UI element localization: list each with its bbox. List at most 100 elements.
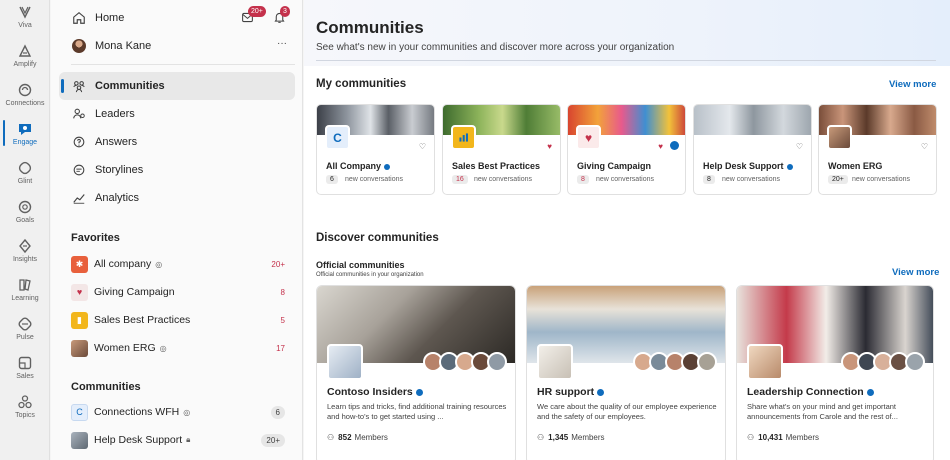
nav-item-label: Communities <box>95 80 165 92</box>
rail-item-sales[interactable]: Sales <box>0 355 50 391</box>
main-content: Communities See what's new in your commu… <box>304 0 950 460</box>
community-logo <box>537 344 573 380</box>
official-card-leadership-connection[interactable]: Leadership Connection Share what's on yo… <box>736 285 934 460</box>
amplify-icon <box>18 44 32 57</box>
favorite-count: 17 <box>276 343 285 353</box>
rail-item-learning[interactable]: Learning <box>0 277 50 313</box>
rail-label: Pulse <box>16 334 34 341</box>
my-communities-view-more[interactable]: View more <box>889 79 936 90</box>
user-profile[interactable]: Mona Kane <box>59 32 295 60</box>
home-icon <box>71 10 87 26</box>
official-communities-heading: Official communities <box>316 260 405 270</box>
sales-best-practices-logo: ▮ <box>71 311 88 329</box>
viva-icon <box>19 6 31 19</box>
heart-filled-icon[interactable]: ♥ <box>547 142 552 151</box>
messages-button[interactable]: 20+ <box>241 6 266 29</box>
community-description: We care about the quality of our employe… <box>537 402 717 421</box>
community-label: Connections WFH <box>94 406 180 418</box>
official-view-more[interactable]: View more <box>892 267 939 278</box>
nav-item-answers[interactable]: Answers <box>59 128 295 156</box>
lock-icon: 🔒︎ <box>186 435 191 444</box>
community-card-giving-campaign[interactable]: ♥ ♥ Giving Campaign 8 new conversations <box>567 104 686 195</box>
engage-icon <box>19 124 31 135</box>
rail-item-pulse[interactable]: Pulse <box>0 316 50 352</box>
header-divider <box>316 60 936 61</box>
community-help-desk-support[interactable]: Help Desk Support 🔒︎ 20+ <box>59 427 295 453</box>
avatar <box>71 38 87 54</box>
cover-image <box>694 105 811 135</box>
rail-item-viva[interactable]: Viva <box>0 4 50 40</box>
community-description: Share what's on your mind and get import… <box>747 402 898 421</box>
nav-item-storylines[interactable]: Storylines <box>59 156 295 184</box>
nav-item-analytics[interactable]: Analytics <box>59 184 295 212</box>
verified-icon <box>866 388 874 396</box>
heart-icon[interactable]: ♡ <box>796 142 803 151</box>
nav-item-communities[interactable]: Communities <box>59 72 295 100</box>
conversation-label: new conversations <box>474 176 532 183</box>
storylines-icon <box>71 162 87 178</box>
rail-item-topics[interactable]: Topics <box>0 394 50 430</box>
rail-item-connections[interactable]: Connections <box>0 82 50 118</box>
connections-wfh-logo: C <box>71 403 88 421</box>
insights-icon <box>19 238 31 254</box>
women-erg-logo <box>71 339 88 357</box>
rail-label: Sales <box>16 373 34 380</box>
rail-item-amplify[interactable]: Amplify <box>0 43 50 79</box>
community-name: Giving Campaign <box>577 161 652 171</box>
community-name: Sales Best Practices <box>452 161 541 171</box>
community-name: All Company <box>326 161 391 171</box>
help-desk-logo <box>71 431 88 449</box>
rail-label: Connections <box>5 100 45 107</box>
community-count: 6 <box>270 405 285 419</box>
rail-item-engage[interactable]: Engage <box>0 121 50 157</box>
favorite-giving-campaign[interactable]: ♥ Giving Campaign 8 <box>59 279 295 305</box>
community-card-help-desk-support[interactable]: ♡ Help Desk Support 8 new conversations <box>693 104 812 195</box>
favorite-sales-best-practices[interactable]: ▮ Sales Best Practices 5 <box>59 307 295 333</box>
conversation-count: 8 <box>577 175 589 184</box>
conversation-label: new conversations <box>722 176 780 183</box>
app-rail: Viva Amplify Connections Engage Glint Go… <box>0 0 50 460</box>
nav-item-label: Leaders <box>95 108 135 120</box>
topics-icon <box>18 395 32 409</box>
heart-icon[interactable]: ♡ <box>419 142 426 151</box>
community-count: 20+ <box>261 433 285 447</box>
nav-item-leaders[interactable]: Leaders <box>59 100 295 128</box>
verified-icon: ◎ <box>155 259 163 269</box>
answers-icon <box>71 134 87 150</box>
community-connections-wfh[interactable]: C Connections WFH ◎ 6 <box>59 399 295 425</box>
more-options-button[interactable]: ··· <box>277 38 287 49</box>
pinned-icon <box>670 141 679 150</box>
nav-home-label: Home <box>95 12 125 24</box>
rail-item-goals[interactable]: Goals <box>0 199 50 235</box>
nav-divider <box>71 64 295 65</box>
giving-campaign-logo: ♥ <box>71 283 88 301</box>
rail-item-insights[interactable]: Insights <box>0 238 50 274</box>
rail-label: Insights <box>12 256 38 263</box>
community-name: Leadership Connection <box>747 386 874 398</box>
heart-icon[interactable]: ♡ <box>921 142 928 151</box>
nav-panel: Home 20+ 3 Mona Kane ··· Communities Lea… <box>51 0 303 460</box>
rail-item-glint[interactable]: Glint <box>0 160 50 196</box>
heart-filled-icon[interactable]: ♥ <box>658 142 663 151</box>
connections-icon <box>18 83 32 97</box>
community-logo: C <box>325 125 350 150</box>
community-card-sales-best-practices[interactable]: ♥ Sales Best Practices 16 new conversati… <box>442 104 561 195</box>
rail-label: Topics <box>15 412 35 419</box>
community-description: Learn tips and tricks, find additional t… <box>327 402 507 421</box>
community-card-all-company[interactable]: C ♡ All Company 6 new conversations <box>316 104 435 195</box>
official-card-hr-support[interactable]: HR support We care about the quality of … <box>526 285 726 460</box>
community-card-women-erg[interactable]: ♡ Women ERG 20+ new conversations <box>818 104 937 195</box>
notifications-button[interactable]: 3 <box>273 6 290 29</box>
page-title: Communities <box>316 18 424 37</box>
favorite-women-erg[interactable]: Women ERG ◎ 17 <box>59 335 295 361</box>
rail-label: Viva <box>18 22 32 29</box>
nav-item-label: Answers <box>95 136 138 148</box>
communities-icon <box>71 78 87 94</box>
favorite-label: Women ERG <box>94 342 156 354</box>
official-card-contoso-insiders[interactable]: Contoso Insiders Learn tips and tricks, … <box>316 285 516 460</box>
glint-icon <box>18 161 32 175</box>
conversation-count: 6 <box>326 175 338 184</box>
page-header: Communities See what's new in your commu… <box>304 0 950 66</box>
leaders-icon <box>71 106 87 122</box>
favorite-all-company[interactable]: ✱ All company ◎ 20+ <box>59 251 295 277</box>
